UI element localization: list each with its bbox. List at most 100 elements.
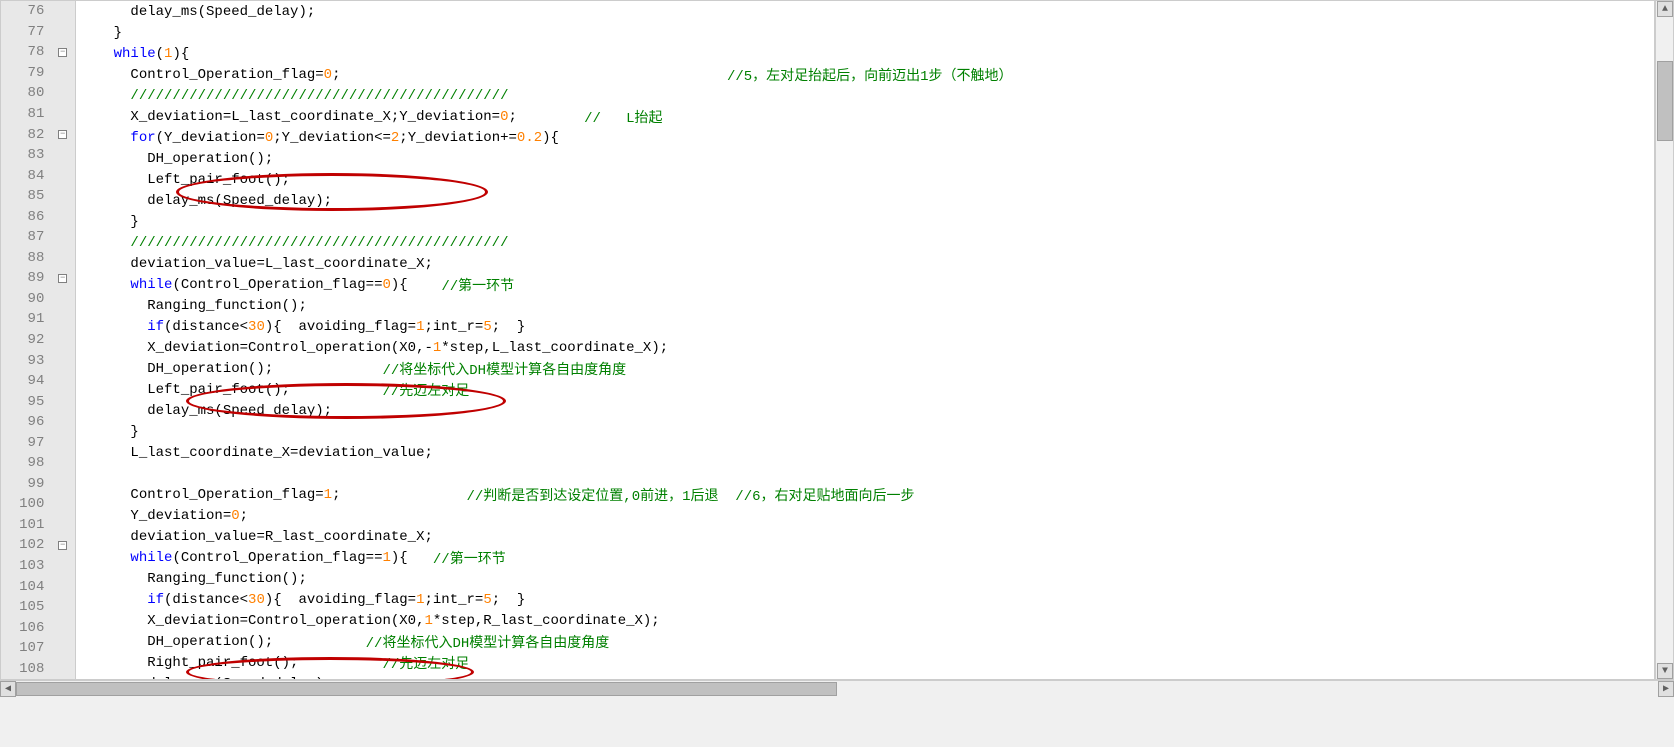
- token-text: ){ avoiding_flag=: [265, 319, 416, 335]
- code-line[interactable]: while(Control_Operation_flag==0){ //第一环节: [76, 274, 1654, 295]
- code-line[interactable]: X_deviation=Control_operation(X0,-1*step…: [76, 337, 1654, 358]
- code-line[interactable]: Right_pair_foot(); //先迈左对足: [76, 652, 1654, 673]
- code-line[interactable]: for(Y_deviation=0;Y_deviation<=2;Y_devia…: [76, 127, 1654, 148]
- line-number: 77: [1, 24, 50, 40]
- token-num: 1: [416, 319, 424, 335]
- token-comment: //先迈左对足: [382, 653, 469, 673]
- code-line[interactable]: Ranging_function();: [76, 568, 1654, 589]
- fold-collapse-icon[interactable]: −: [58, 274, 67, 283]
- fold-collapse-icon[interactable]: −: [58, 541, 67, 550]
- code-line[interactable]: delay_ms(Speed_delay);: [76, 1, 1654, 22]
- gutter-row: 103: [1, 556, 75, 577]
- fold-collapse-icon[interactable]: −: [58, 130, 67, 139]
- token-text: ){: [391, 550, 433, 566]
- code-line[interactable]: Control_Operation_flag=0; //5，左对足抬起后，向前迈…: [76, 64, 1654, 85]
- token-kw: if: [147, 319, 164, 335]
- fold-collapse-icon[interactable]: −: [58, 48, 67, 57]
- scroll-thumb-horizontal[interactable]: [16, 682, 837, 696]
- gutter-row: 92: [1, 330, 75, 351]
- token-text: Left_pair_foot();: [147, 172, 290, 188]
- code-line[interactable]: }: [76, 421, 1654, 442]
- token-num: 2: [391, 130, 399, 146]
- token-text: ;int_r=: [425, 592, 484, 608]
- gutter-row: 105: [1, 597, 75, 618]
- gutter-row: 106: [1, 617, 75, 638]
- line-number: 98: [1, 455, 50, 471]
- code-line[interactable]: DH_operation();: [76, 148, 1654, 169]
- gutter-row: 102−: [1, 535, 75, 556]
- code-line[interactable]: ////////////////////////////////////////…: [76, 232, 1654, 253]
- code-line[interactable]: if(distance<30){ avoiding_flag=1;int_r=5…: [76, 316, 1654, 337]
- code-line[interactable]: delay_ms(Speed_delay);: [76, 190, 1654, 211]
- gutter-row: 94: [1, 371, 75, 392]
- scroll-track-horizontal[interactable]: [16, 681, 1658, 698]
- gutter-row: 96: [1, 412, 75, 433]
- scroll-down-icon[interactable]: ▼: [1657, 663, 1673, 679]
- code-line[interactable]: DH_operation(); //将坐标代入DH模型计算各自由度角度: [76, 631, 1654, 652]
- code-area[interactable]: delay_ms(Speed_delay); } while(1){ Contr…: [76, 1, 1655, 679]
- fold-indicator[interactable]: −: [50, 274, 75, 283]
- gutter-row: 79: [1, 63, 75, 84]
- scroll-up-icon[interactable]: ▲: [1657, 1, 1673, 17]
- token-num: 1: [424, 613, 432, 629]
- code-line[interactable]: deviation_value=R_last_coordinate_X;: [76, 526, 1654, 547]
- token-text: ; }: [492, 319, 526, 335]
- gutter-row: 100: [1, 494, 75, 515]
- scroll-right-icon[interactable]: ▶: [1658, 681, 1674, 697]
- token-text: delay_ms(Speed_delay);: [147, 676, 332, 680]
- code-line[interactable]: Control_Operation_flag=1; //判断是否到达设定位置,0…: [76, 484, 1654, 505]
- code-line[interactable]: while(1){: [76, 43, 1654, 64]
- fold-indicator[interactable]: −: [50, 48, 75, 57]
- token-num: 0: [324, 67, 332, 83]
- code-line[interactable]: }: [76, 211, 1654, 232]
- vertical-scrollbar[interactable]: ▲ ▼: [1655, 1, 1673, 679]
- gutter-row: 82−: [1, 124, 75, 145]
- code-line[interactable]: deviation_value=L_last_coordinate_X;: [76, 253, 1654, 274]
- code-line[interactable]: while(Control_Operation_flag==1){ //第一环节: [76, 547, 1654, 568]
- code-line[interactable]: delay_ms(Speed_delay);: [76, 673, 1654, 679]
- code-line[interactable]: Left_pair_foot(); //先迈左对足: [76, 379, 1654, 400]
- code-line[interactable]: ////////////////////////////////////////…: [76, 85, 1654, 106]
- code-line[interactable]: L_last_coordinate_X=deviation_value;: [76, 442, 1654, 463]
- line-number: 97: [1, 435, 50, 451]
- code-line[interactable]: if(distance<30){ avoiding_flag=1;int_r=5…: [76, 589, 1654, 610]
- gutter-row: 81: [1, 104, 75, 125]
- line-number: 102: [1, 537, 50, 553]
- token-num: 30: [248, 592, 265, 608]
- token-num: 1: [382, 550, 390, 566]
- fold-indicator[interactable]: −: [50, 130, 75, 139]
- code-line[interactable]: }: [76, 22, 1654, 43]
- token-text: *step,R_last_coordinate_X);: [433, 613, 660, 629]
- code-line[interactable]: DH_operation(); //将坐标代入DH模型计算各自由度角度: [76, 358, 1654, 379]
- token-num: 30: [248, 319, 265, 335]
- gutter-row: 78−: [1, 42, 75, 63]
- gutter-row: 95: [1, 391, 75, 412]
- code-line[interactable]: Y_deviation=0;: [76, 505, 1654, 526]
- gutter-row: 86: [1, 206, 75, 227]
- token-text: ; }: [492, 592, 526, 608]
- code-line[interactable]: [76, 463, 1654, 484]
- line-number: 101: [1, 517, 50, 533]
- line-number: 91: [1, 311, 50, 327]
- fold-indicator[interactable]: −: [50, 541, 75, 550]
- code-line[interactable]: delay_ms(Speed_delay);: [76, 400, 1654, 421]
- line-number: 108: [1, 661, 50, 677]
- code-line[interactable]: Ranging_function();: [76, 295, 1654, 316]
- code-line[interactable]: X_deviation=L_last_coordinate_X;Y_deviat…: [76, 106, 1654, 127]
- line-number: 104: [1, 579, 50, 595]
- line-number: 84: [1, 168, 50, 184]
- line-number: 103: [1, 558, 50, 574]
- scroll-left-icon[interactable]: ◀: [0, 681, 16, 697]
- gutter-row: 85: [1, 186, 75, 207]
- token-text: }: [130, 424, 138, 440]
- code-line[interactable]: X_deviation=Control_operation(X0,1*step,…: [76, 610, 1654, 631]
- gutter-row: 76: [1, 1, 75, 22]
- code-line[interactable]: Left_pair_foot();: [76, 169, 1654, 190]
- line-number: 78: [1, 44, 50, 60]
- token-text: Control_Operation_flag=: [130, 67, 323, 83]
- token-comment: //5，左对足抬起后，向前迈出1步（不触地）: [727, 65, 1013, 85]
- scroll-thumb-vertical[interactable]: [1657, 61, 1673, 141]
- line-number: 89: [1, 270, 50, 286]
- token-text: ;: [240, 508, 248, 524]
- horizontal-scrollbar[interactable]: ◀ ▶: [0, 680, 1674, 698]
